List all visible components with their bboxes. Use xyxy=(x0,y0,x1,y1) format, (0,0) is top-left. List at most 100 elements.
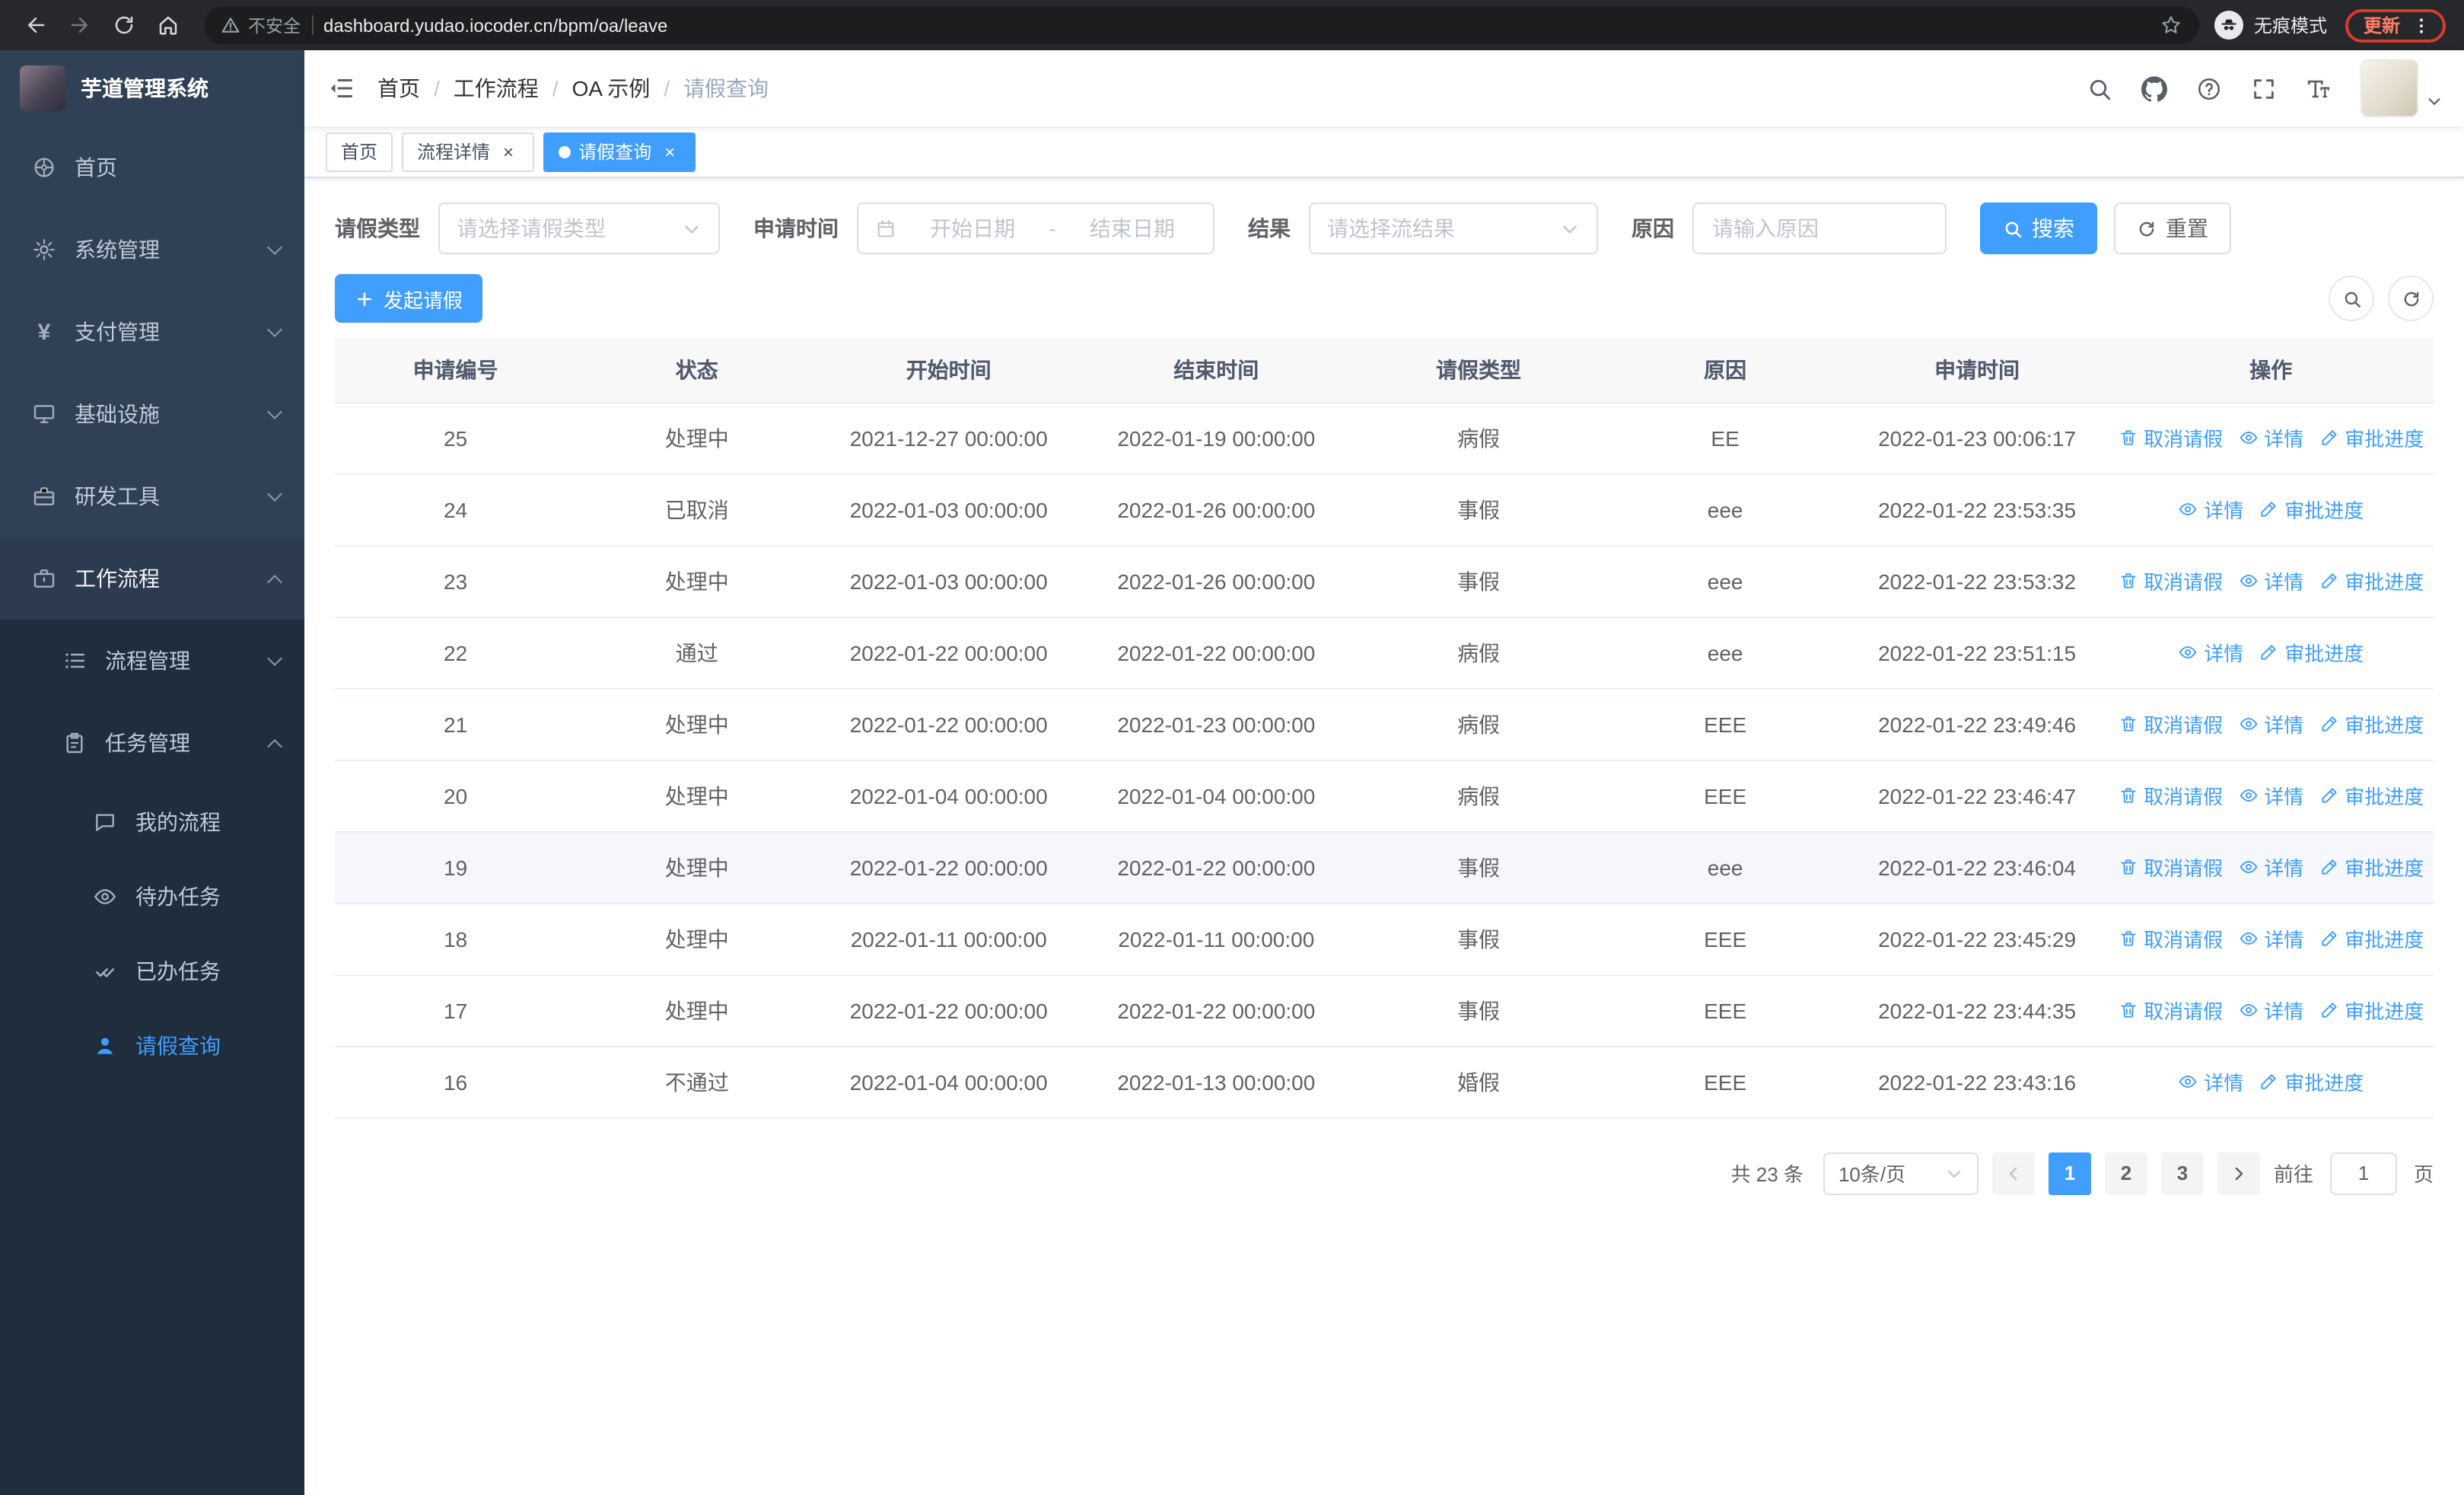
fullscreen-button[interactable] xyxy=(2251,75,2277,101)
table-row: 24 已取消 2022-01-03 00:00:00 2022-01-26 00:00… xyxy=(335,473,2434,546)
sidebar-item-system[interactable]: 系统管理 xyxy=(0,209,304,291)
sidebar-item-payment[interactable]: ¥ 支付管理 xyxy=(0,291,304,373)
page-2-button[interactable]: 2 xyxy=(2104,1152,2147,1194)
incognito-label: 无痕模式 xyxy=(2253,15,2327,37)
breadcrumb-workflow[interactable]: 工作流程 xyxy=(454,73,539,104)
sidebar-item-todo-tasks[interactable]: 待办任务 xyxy=(0,859,304,933)
detail-link[interactable]: 详情 xyxy=(2178,495,2243,524)
search-button[interactable]: 搜索 xyxy=(1980,202,2097,254)
reset-button[interactable]: 重置 xyxy=(2114,202,2231,254)
detail-link[interactable]: 详情 xyxy=(2238,566,2303,595)
progress-link[interactable]: 审批进度 xyxy=(2319,781,2424,810)
progress-link[interactable]: 审批进度 xyxy=(2319,709,2424,738)
security-chip[interactable]: 不安全 xyxy=(221,13,301,37)
toggle-search-button[interactable] xyxy=(2329,276,2374,321)
cancel-leave-link[interactable]: 取消请假 xyxy=(2118,853,2223,881)
cell-applied: 2022-01-22 23:43:16 xyxy=(1845,1046,2109,1118)
browser-window: 不安全 dashboard.yudao.iocoder.cn/bpm/oa/le… xyxy=(0,0,2464,1495)
app-logo-row[interactable]: 芋道管理系统 xyxy=(0,50,304,126)
monitor-icon xyxy=(30,402,58,426)
detail-link[interactable]: 详情 xyxy=(2238,423,2303,452)
bookmark-star-button[interactable] xyxy=(2160,14,2182,37)
table-row: 18 处理中 2022-01-11 00:00:00 2022-01-11 00:00… xyxy=(335,903,2434,975)
close-icon[interactable]: × xyxy=(498,141,519,162)
leave-type-select[interactable]: 请选择请假类型 xyxy=(438,202,720,254)
cell-actions: 取消请假 详情 审批进度 xyxy=(2108,903,2434,975)
cancel-leave-link[interactable]: 取消请假 xyxy=(2118,924,2223,953)
chevron-left-icon xyxy=(2009,1166,2017,1180)
browser-update-menu-button[interactable]: 更新 xyxy=(2345,8,2446,42)
progress-link[interactable]: 审批进度 xyxy=(2319,423,2424,452)
page-1-button[interactable]: 1 xyxy=(2048,1152,2091,1194)
reload-button[interactable] xyxy=(103,5,145,46)
sidebar-toggle[interactable] xyxy=(304,50,377,126)
next-page-button[interactable] xyxy=(2217,1152,2260,1194)
cell-start: 2022-01-04 00:00:00 xyxy=(817,1046,1081,1118)
cell-actions: 取消请假 详情 审批进度 xyxy=(2108,545,2434,617)
action-label: 取消请假 xyxy=(2144,571,2224,594)
apply-time-range-picker[interactable]: 开始日期 - 结束日期 xyxy=(857,202,1214,254)
detail-link[interactable]: 详情 xyxy=(2238,924,2303,953)
goto-page-input[interactable] xyxy=(2329,1152,2397,1194)
edit-icon xyxy=(2321,931,2336,946)
sidebar-item-home[interactable]: 首页 xyxy=(0,126,304,209)
create-leave-button[interactable]: 发起请假 xyxy=(335,274,483,323)
detail-link[interactable]: 详情 xyxy=(2238,996,2303,1025)
page-3-button[interactable]: 3 xyxy=(2160,1152,2204,1194)
refresh-table-button[interactable] xyxy=(2388,276,2434,321)
close-icon[interactable]: × xyxy=(659,141,680,162)
cell-status: 处理中 xyxy=(576,831,818,904)
progress-link[interactable]: 审批进度 xyxy=(2319,566,2424,595)
prev-page-button[interactable] xyxy=(1991,1152,2035,1194)
cancel-leave-link[interactable]: 取消请假 xyxy=(2118,781,2223,810)
help-button[interactable] xyxy=(2196,75,2222,101)
breadcrumb-home[interactable]: 首页 xyxy=(377,73,420,104)
sidebar-item-my-process[interactable]: 我的流程 xyxy=(0,784,304,859)
sidebar-item-dev-tools[interactable]: 研发工具 xyxy=(0,455,304,537)
sidebar-item-task-mgmt[interactable]: 任务管理 xyxy=(0,702,304,784)
sidebar-item-done-tasks[interactable]: 已办任务 xyxy=(0,933,304,1008)
progress-link[interactable]: 审批进度 xyxy=(2259,638,2364,667)
progress-link[interactable]: 审批进度 xyxy=(2319,853,2424,881)
edit-icon xyxy=(2261,1074,2276,1089)
github-link[interactable] xyxy=(2141,75,2167,101)
sidebar-item-workflow[interactable]: 工作流程 xyxy=(0,537,304,620)
user-menu[interactable] xyxy=(2361,59,2443,117)
tab-leave-query[interactable]: 请假查询 × xyxy=(543,132,696,171)
cancel-leave-link[interactable]: 取消请假 xyxy=(2118,709,2223,738)
tab-home[interactable]: 首页 xyxy=(326,132,393,171)
url-bar[interactable]: 不安全 dashboard.yudao.iocoder.cn/bpm/oa/le… xyxy=(204,6,2199,44)
cancel-leave-link[interactable]: 取消请假 xyxy=(2118,423,2223,452)
header-search-button[interactable] xyxy=(2087,75,2112,101)
cancel-leave-link[interactable]: 取消请假 xyxy=(2118,566,2223,595)
back-button[interactable] xyxy=(15,5,56,46)
tab-process-detail[interactable]: 流程详情 × xyxy=(402,132,535,171)
detail-link[interactable]: 详情 xyxy=(2238,709,2303,738)
page-size-select[interactable]: 10条/页 xyxy=(1823,1152,1979,1194)
eye-icon xyxy=(2179,645,2197,659)
progress-link[interactable]: 审批进度 xyxy=(2259,1067,2364,1096)
forward-button[interactable] xyxy=(59,5,100,46)
progress-link[interactable]: 审批进度 xyxy=(2319,924,2424,953)
eye-icon xyxy=(2239,431,2257,445)
sidebar-item-process-mgmt[interactable]: 流程管理 xyxy=(0,620,304,702)
font-size-button[interactable] xyxy=(2306,75,2332,101)
sidebar-item-infra[interactable]: 基础设施 xyxy=(0,373,304,455)
detail-link[interactable]: 详情 xyxy=(2178,638,2243,667)
reason-input[interactable] xyxy=(1692,202,1947,254)
cancel-leave-link[interactable]: 取消请假 xyxy=(2118,996,2223,1025)
progress-link[interactable]: 审批进度 xyxy=(2259,495,2364,524)
security-label: 不安全 xyxy=(248,18,301,36)
result-select[interactable]: 请选择流结果 xyxy=(1309,202,1598,254)
home-button[interactable] xyxy=(148,5,189,46)
action-label: 审批进度 xyxy=(2345,1000,2424,1023)
sidebar-item-leave-query[interactable]: 请假查询 xyxy=(0,1008,304,1082)
back-icon xyxy=(28,18,45,33)
detail-link[interactable]: 详情 xyxy=(2238,853,2303,881)
detail-link[interactable]: 详情 xyxy=(2238,781,2303,810)
progress-link[interactable]: 审批进度 xyxy=(2319,996,2424,1025)
detail-link[interactable]: 详情 xyxy=(2178,1067,2243,1096)
eye-icon xyxy=(2239,932,2257,945)
breadcrumb-oa-example[interactable]: OA 示例 xyxy=(572,73,651,104)
calendar-icon xyxy=(877,220,894,237)
